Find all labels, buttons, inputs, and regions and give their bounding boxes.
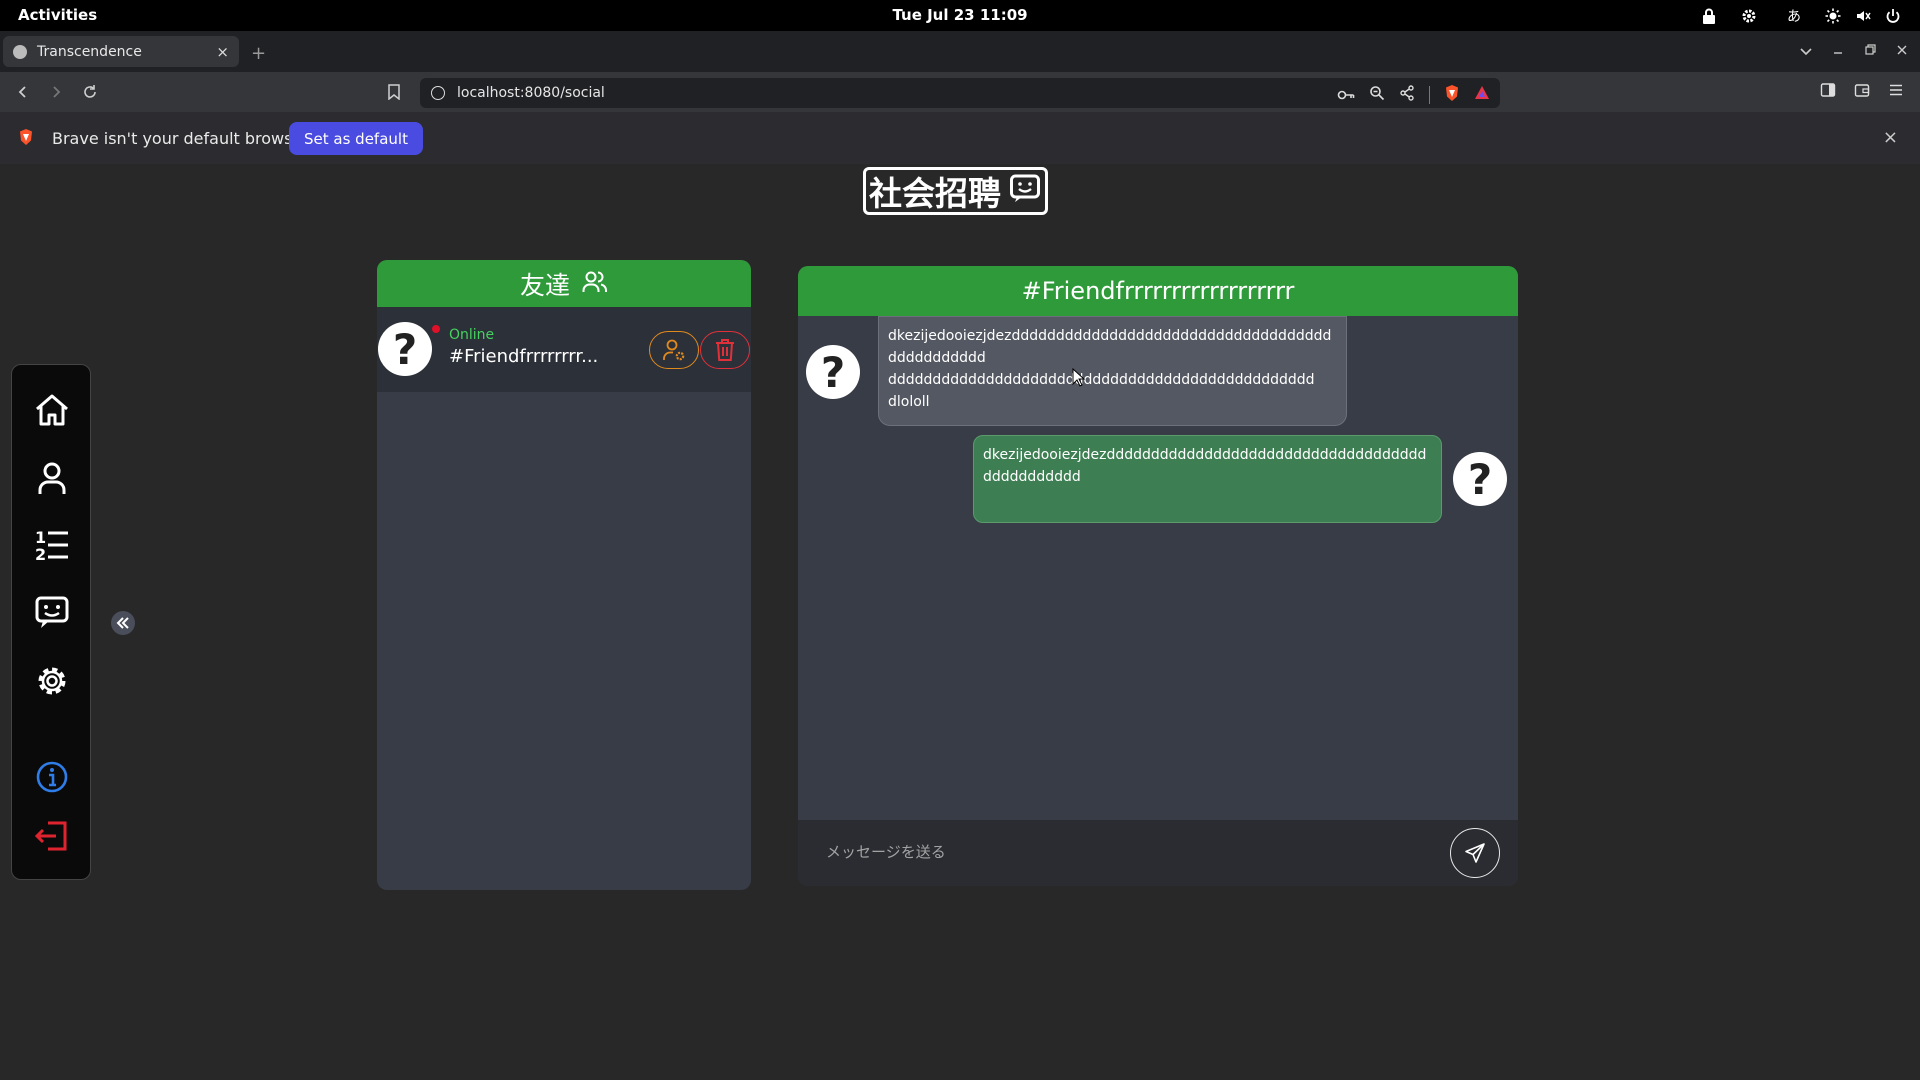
friend-name[interactable]: #Friendfrrrrrrrr... <box>449 346 598 367</box>
own-avatar[interactable]: ? <box>1453 452 1507 506</box>
wallet-icon[interactable] <box>1854 82 1870 102</box>
tab-transcendence[interactable]: Transcendence × <box>3 36 239 67</box>
sender-avatar[interactable]: ? <box>806 345 860 399</box>
info-icon[interactable] <box>30 755 74 799</box>
forward-icon[interactable] <box>44 80 68 104</box>
browser-menu-tools <box>1820 82 1904 102</box>
address-bar-actions <box>1337 84 1490 106</box>
message-line: ddddddddddd <box>888 350 986 366</box>
friend-list-item[interactable]: ? Online #Friendfrrrrrrrr... <box>377 307 751 392</box>
close-window-icon[interactable] <box>1896 41 1908 60</box>
logout-icon[interactable] <box>30 814 74 858</box>
window-controls <box>1800 41 1908 60</box>
hamburger-menu-icon[interactable] <box>1888 82 1904 102</box>
input-method-icon[interactable]: あ <box>1774 0 1814 31</box>
power-icon[interactable] <box>1876 0 1910 31</box>
message-line: dddddddddddddddddddddddddddddddddddddddd… <box>888 372 1315 388</box>
system-top-bar: Activities Tue Jul 23 11:09 あ <box>0 0 1920 31</box>
minimize-icon[interactable] <box>1832 41 1844 60</box>
tab-close-button[interactable]: × <box>216 43 229 61</box>
send-icon <box>1465 843 1485 863</box>
user-gear-icon <box>663 339 685 361</box>
mouse-cursor-icon <box>1072 368 1086 387</box>
reload-icon[interactable] <box>78 80 102 104</box>
tab-search-icon[interactable] <box>1800 41 1812 60</box>
volume-icon[interactable] <box>1852 0 1876 31</box>
outgoing-message: dkezijedooiezjdezddddddddddddddddddddddd… <box>973 435 1442 523</box>
browser-tab-strip: Transcendence × + <box>0 31 1920 72</box>
brave-shields-icon[interactable] <box>1444 84 1460 106</box>
brave-rewards-icon[interactable] <box>1474 85 1490 105</box>
app-sidebar: 12 <box>11 364 91 880</box>
page-title: 社会招聘 <box>863 167 1048 215</box>
chat-icon[interactable] <box>30 591 74 635</box>
lock-icon[interactable] <box>1694 0 1724 31</box>
set-as-default-button[interactable]: Set as default <box>289 122 423 155</box>
chat-header-title: #Friendfrrrrrrrrrrrrrrrrrr <box>1021 277 1295 305</box>
zoom-icon[interactable] <box>1369 85 1385 105</box>
share-icon[interactable] <box>1399 85 1415 105</box>
friend-avatar[interactable]: ? <box>378 322 432 376</box>
trash-icon <box>716 339 734 361</box>
system-tray[interactable]: あ <box>1694 0 1910 31</box>
maximize-icon[interactable] <box>1864 41 1876 60</box>
friends-panel: 友達 ? Online #Friendfrrrrrrrr... <box>377 260 751 890</box>
home-icon[interactable] <box>30 388 74 432</box>
send-button[interactable] <box>1450 828 1500 878</box>
message-composer <box>798 820 1518 886</box>
site-info-icon[interactable] <box>431 86 445 100</box>
page-content: 社会招聘 12 友達 ? Online #Friendfrrrrrrrr... … <box>0 164 1920 1080</box>
settings-icon[interactable] <box>30 659 74 703</box>
back-icon[interactable] <box>11 80 35 104</box>
invite-game-button[interactable] <box>649 331 699 369</box>
system-clock[interactable]: Tue Jul 23 11:09 <box>0 6 1920 24</box>
message-line: dkezijedooiezjdezddddddddddddddddddddddd… <box>983 447 1427 463</box>
tab-title: Transcendence <box>37 43 142 60</box>
message-input[interactable] <box>826 834 1426 870</box>
infobar-message: Brave isn't your default browser <box>52 129 309 148</box>
message-line: ddddddddddd <box>983 469 1081 485</box>
chat-panel: #Friendfrrrrrrrrrrrrrrrrrr ? dkezijedooi… <box>798 266 1518 886</box>
chat-header: #Friendfrrrrrrrrrrrrrrrrrr <box>798 266 1518 316</box>
brightness-icon[interactable] <box>1814 0 1852 31</box>
friends-header: 友達 <box>377 260 751 307</box>
chat-smile-icon <box>1009 173 1041 209</box>
settings-icon[interactable] <box>1724 0 1774 31</box>
infobar-close-button[interactable]: × <box>1883 127 1898 148</box>
message-line: dlololl <box>888 394 930 410</box>
url-text[interactable]: localhost:8080/social <box>457 85 605 101</box>
divider <box>1429 86 1430 104</box>
status-dot <box>432 325 440 333</box>
sidebar-toggle-icon[interactable] <box>1820 82 1836 102</box>
page-title-text: 社会招聘 <box>869 174 1001 213</box>
friends-header-title: 友達 <box>519 270 570 300</box>
incoming-message: dkezijedooiezjdezddddddddddddddddddddddd… <box>878 316 1347 426</box>
new-tab-button[interactable]: + <box>251 43 266 64</box>
address-bar[interactable]: localhost:8080/social <box>420 78 1500 108</box>
profile-icon[interactable] <box>30 456 74 500</box>
activities-button[interactable]: Activities <box>18 6 97 24</box>
leaderboard-icon[interactable]: 12 <box>30 523 74 567</box>
collapse-sidebar-button[interactable] <box>111 611 135 635</box>
users-icon <box>582 269 608 299</box>
brave-logo-icon <box>18 128 34 150</box>
friend-status: Online <box>449 327 495 343</box>
delete-friend-button[interactable] <box>700 331 750 369</box>
globe-icon <box>13 44 27 59</box>
browser-toolbar: localhost:8080/social <box>0 72 1920 112</box>
key-icon[interactable] <box>1337 86 1355 105</box>
svg-text:2: 2 <box>35 545 46 563</box>
bookmark-icon[interactable] <box>388 84 400 104</box>
default-browser-infobar: Brave isn't your default browser Set as … <box>0 112 1920 164</box>
message-line: dkezijedooiezjdezddddddddddddddddddddddd… <box>888 328 1332 344</box>
